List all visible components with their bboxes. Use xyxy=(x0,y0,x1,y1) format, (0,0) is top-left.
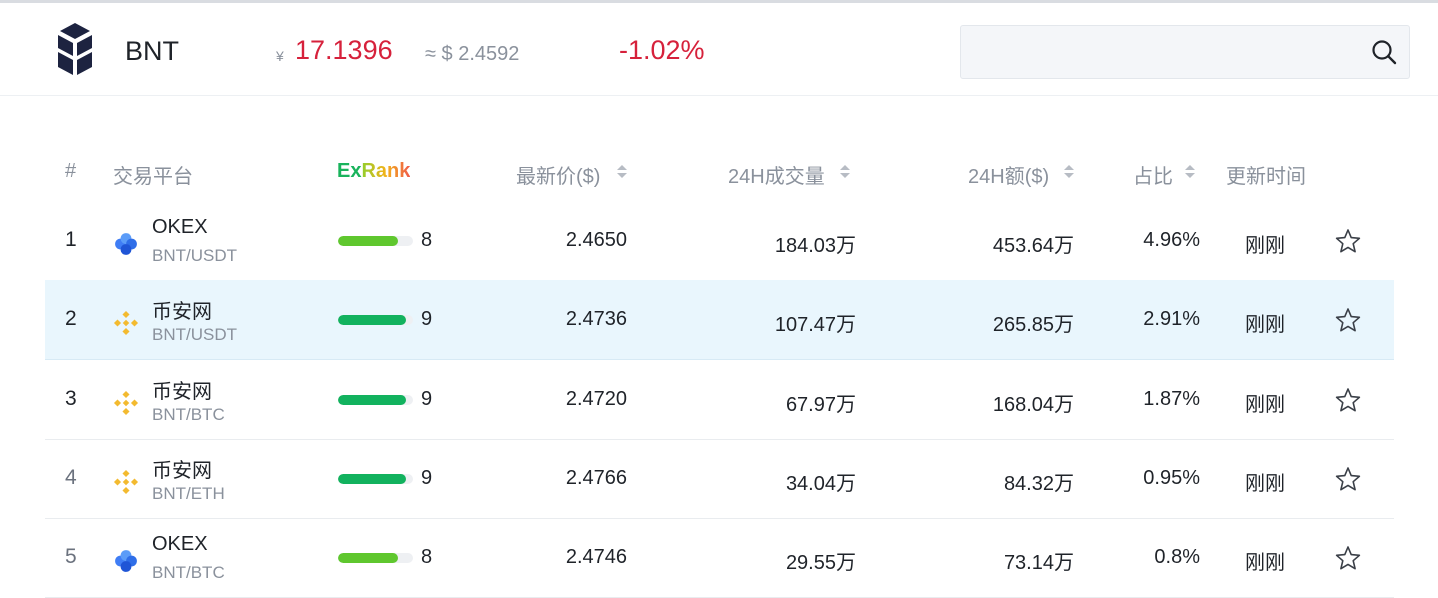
volume-24h: 67.97万 xyxy=(785,394,856,416)
header-index: # xyxy=(65,160,77,182)
search-icon[interactable] xyxy=(1371,39,1397,65)
exrank-score-bar xyxy=(338,395,413,405)
search-input[interactable] xyxy=(961,26,1389,76)
exrank-score: 9 xyxy=(421,467,433,489)
okex-icon xyxy=(113,231,139,257)
share-percent: 2.91% xyxy=(1143,308,1200,330)
exchange-name[interactable]: OKEX xyxy=(152,533,208,556)
table-row[interactable]: 2 币安网 BNT/USDT 9 2.4736 107.47万 265.85万 2.91% 刚刚 xyxy=(45,280,1394,360)
trading-pair: BNT/BTC xyxy=(152,405,225,424)
volume-24h: 29.55万 xyxy=(785,552,856,574)
share-percent: 0.95% xyxy=(1143,467,1200,489)
coin-symbol: BNT xyxy=(125,36,179,66)
exrank-score: 8 xyxy=(421,546,433,568)
update-time: 刚刚 xyxy=(1245,314,1285,336)
amount-24h: 453.64万 xyxy=(992,235,1074,257)
sort-icon[interactable] xyxy=(839,160,851,182)
row-rank: 5 xyxy=(65,545,77,568)
exchange-name[interactable]: 币安网 xyxy=(152,295,212,324)
header-price[interactable]: 最新价($) xyxy=(516,160,627,189)
star-icon[interactable] xyxy=(1335,307,1361,333)
latest-price: 2.4746 xyxy=(565,546,627,568)
star-icon[interactable] xyxy=(1335,228,1361,254)
table-row[interactable]: 4 币安网 BNT/ETH 9 2.4766 34.04万 84.32万 0.95% 刚刚 xyxy=(45,439,1394,519)
trading-pair: BNT/USDT xyxy=(152,325,237,344)
row-rank: 2 xyxy=(65,307,77,330)
sort-icon[interactable] xyxy=(1184,160,1196,182)
header-volume-label: 24H成交量 xyxy=(728,166,825,188)
exrank-score-bar xyxy=(338,315,413,325)
latest-price: 2.4736 xyxy=(565,308,627,330)
cny-price: 17.1396 xyxy=(295,35,393,65)
price-change-percent: -1.02% xyxy=(619,35,705,65)
share-percent: 0.8% xyxy=(1154,546,1200,568)
table-row[interactable]: 5 OKEX BNT/BTC 8 2.4746 29.55万 73.14万 0.8% 刚刚 xyxy=(45,518,1394,598)
latest-price: 2.4650 xyxy=(565,229,627,251)
exchange-name[interactable]: 币安网 xyxy=(152,454,212,483)
exrank-score-fill xyxy=(338,553,398,563)
binance-icon xyxy=(113,310,139,336)
header-share[interactable]: 占比 xyxy=(1133,160,1195,189)
update-time: 刚刚 xyxy=(1245,235,1285,257)
sort-icon[interactable] xyxy=(1063,160,1075,182)
row-rank: 4 xyxy=(65,466,77,489)
latest-price: 2.4720 xyxy=(565,388,627,410)
amount-24h: 265.85万 xyxy=(992,314,1074,336)
exrank-rank-text: Rank xyxy=(361,160,411,182)
exrank-score-bar xyxy=(338,474,413,484)
header-price-label: 最新价($) xyxy=(516,166,601,188)
exrank-score-fill xyxy=(338,474,406,484)
amount-24h: 84.32万 xyxy=(1003,473,1074,495)
usd-price: ≈ $ 2.4592 xyxy=(425,43,520,65)
amount-24h: 168.04万 xyxy=(992,394,1074,416)
exrank-score-bar xyxy=(338,553,413,563)
cny-currency-symbol: ¥ xyxy=(276,48,284,64)
table-row[interactable]: 3 币安网 BNT/BTC 9 2.4720 67.97万 168.04万 1.87% 刚刚 xyxy=(45,360,1394,440)
exrank-score-fill xyxy=(338,236,398,246)
exrank-ex-text: Ex xyxy=(337,160,362,182)
trading-pair: BNT/ETH xyxy=(152,484,225,503)
amount-24h: 73.14万 xyxy=(1003,552,1074,574)
header-exrank[interactable]: ExRank xyxy=(337,160,410,183)
update-time: 刚刚 xyxy=(1245,394,1285,416)
trading-pair: BNT/BTC xyxy=(152,563,225,582)
table-row[interactable]: 1 OKEX BNT/USDT 8 2.4650 184.03万 453.64万 4.96% 刚… xyxy=(45,201,1394,281)
bancor-logo-icon xyxy=(58,23,92,75)
share-percent: 4.96% xyxy=(1143,229,1200,251)
row-rank: 3 xyxy=(65,387,77,410)
header-share-label: 占比 xyxy=(1133,166,1173,188)
volume-24h: 184.03万 xyxy=(774,235,856,257)
row-rank: 1 xyxy=(65,228,77,251)
exchange-name[interactable]: 币安网 xyxy=(152,375,212,404)
star-icon[interactable] xyxy=(1335,545,1361,571)
exchange-name[interactable]: OKEX xyxy=(152,216,208,239)
exrank-score: 9 xyxy=(421,388,433,410)
volume-24h: 34.04万 xyxy=(785,473,856,495)
exrank-score-bar xyxy=(338,236,413,246)
star-icon[interactable] xyxy=(1335,387,1361,413)
coin-header: BNT ¥ 17.1396 ≈ $ 2.4592 -1.02% xyxy=(0,3,1438,96)
update-time: 刚刚 xyxy=(1245,552,1285,574)
share-percent: 1.87% xyxy=(1143,388,1200,410)
search-box xyxy=(960,25,1410,79)
volume-24h: 107.47万 xyxy=(774,314,856,336)
header-updated: 更新时间 xyxy=(1226,166,1306,188)
binance-icon xyxy=(113,390,139,416)
okex-icon xyxy=(113,548,139,574)
update-time: 刚刚 xyxy=(1245,473,1285,495)
trading-pair: BNT/USDT xyxy=(152,246,237,265)
header-amount-label: 24H额($) xyxy=(968,166,1050,188)
exrank-score-fill xyxy=(338,315,406,325)
latest-price: 2.4766 xyxy=(565,467,627,489)
star-icon[interactable] xyxy=(1335,466,1361,492)
exrank-score-fill xyxy=(338,395,406,405)
sort-icon[interactable] xyxy=(616,160,628,182)
header-exchange: 交易平台 xyxy=(113,166,193,188)
header-amount[interactable]: 24H额($) xyxy=(968,160,1074,189)
binance-icon xyxy=(113,469,139,495)
exrank-score: 9 xyxy=(421,308,433,330)
exrank-score: 8 xyxy=(421,229,433,251)
header-volume[interactable]: 24H成交量 xyxy=(728,160,850,189)
